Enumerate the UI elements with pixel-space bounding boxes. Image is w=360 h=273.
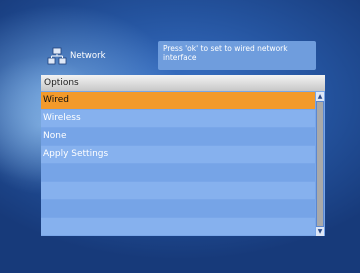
option-apply-settings[interactable]: Apply Settings [41, 146, 315, 163]
options-panel: Options Wired Wireless None Apply Settin… [41, 75, 325, 236]
empty-row [41, 200, 315, 217]
header: Network [47, 46, 106, 66]
options-title: Options [41, 75, 325, 91]
header-title: Network [70, 51, 106, 61]
hint-text: Press 'ok' to set to wired network inter… [163, 44, 288, 62]
option-none[interactable]: None [41, 128, 315, 145]
scroll-up-button[interactable]: ▲ [316, 92, 324, 101]
scroll-thumb[interactable] [317, 102, 323, 226]
option-wireless[interactable]: Wireless [41, 110, 315, 127]
option-wired[interactable]: Wired [41, 92, 315, 109]
hint-box: Press 'ok' to set to wired network inter… [158, 41, 316, 70]
empty-row [41, 218, 315, 235]
options-list: Wired Wireless None Apply Settings [41, 92, 315, 236]
scrollbar[interactable]: ▲ ▼ [316, 92, 324, 236]
scroll-down-button[interactable]: ▼ [316, 227, 324, 236]
network-icon [47, 47, 67, 65]
empty-row [41, 182, 315, 199]
empty-row [41, 164, 315, 181]
screen: Network Press 'ok' to set to wired netwo… [0, 0, 360, 273]
